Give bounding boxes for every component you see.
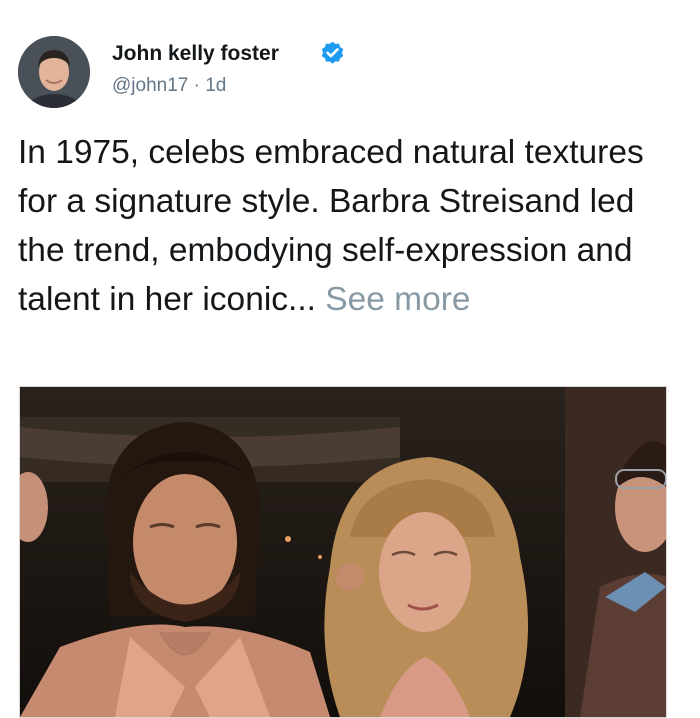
post-text: In 1975, celebs embraced natural texture… [18,128,683,324]
timestamp[interactable]: 1d [205,75,226,96]
avatar[interactable] [18,36,90,108]
post-header: John kelly foster @john17 · 1d [18,36,678,112]
verified-badge-icon [319,40,346,67]
handle[interactable]: @john17 [112,75,188,96]
separator: · [193,75,200,96]
author-name[interactable]: John kelly foster [112,42,279,66]
post-photo[interactable] [19,386,667,718]
handle-line: @john17 · 1d [112,75,226,97]
see-more-link[interactable]: See more [325,281,470,318]
